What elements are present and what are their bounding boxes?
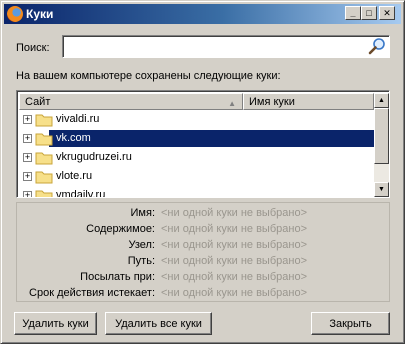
detail-label: Посылать при:	[80, 271, 155, 283]
detail-label: Имя:	[130, 207, 155, 219]
site-label: vk.com	[56, 132, 91, 144]
window-title: Куки	[26, 7, 54, 21]
tree-row[interactable]: + vivaldi.ru	[19, 110, 374, 129]
expand-icon[interactable]: +	[23, 191, 32, 197]
detail-row-expires: Срок действия истекает: <ни одной куки н…	[17, 287, 389, 303]
detail-label: Узел:	[128, 239, 155, 251]
detail-row-name: Имя: <ни одной куки не выбрано>	[17, 207, 389, 223]
scroll-up-button[interactable]: ▲	[374, 93, 389, 108]
remove-all-cookies-button[interactable]: Удалить все куки	[105, 312, 212, 335]
site-label: vivaldi.ru	[56, 113, 100, 125]
tree-header: Сайт ▲ Имя куки	[19, 93, 374, 110]
detail-row-host: Узел: <ни одной куки не выбрано>	[17, 239, 389, 255]
folder-icon	[35, 150, 53, 165]
close-button[interactable]: Закрыть	[311, 312, 390, 335]
column-header-site[interactable]: Сайт ▲	[19, 93, 243, 110]
folder-icon	[35, 169, 53, 184]
tree-row[interactable]: + vmdaily.ru	[19, 186, 374, 198]
cookie-details-panel: Имя: <ни одной куки не выбрано> Содержим…	[16, 202, 390, 302]
detail-label: Срок действия истекает:	[29, 287, 155, 299]
sort-ascending-icon: ▲	[228, 99, 236, 108]
minimize-button[interactable]: _	[345, 6, 361, 20]
detail-label: Путь:	[127, 255, 155, 267]
detail-value: <ни одной куки не выбрано>	[161, 239, 307, 251]
tree-row[interactable]: + vkrugudruzei.ru	[19, 148, 374, 167]
detail-value: <ни одной куки не выбрано>	[161, 223, 307, 235]
search-input[interactable]	[62, 35, 390, 58]
detail-value: <ни одной куки не выбрано>	[161, 287, 307, 299]
column-header-cookie-name[interactable]: Имя куки	[243, 93, 374, 110]
folder-icon	[35, 112, 53, 127]
close-window-button[interactable]: ✕	[379, 6, 395, 20]
vertical-scrollbar[interactable]: ▲ ▼	[374, 93, 389, 197]
expand-icon[interactable]: +	[23, 153, 32, 162]
detail-value: <ни одной куки не выбрано>	[161, 255, 307, 267]
detail-row-send-for: Посылать при: <ни одной куки не выбрано>	[17, 271, 389, 287]
expand-icon[interactable]: +	[23, 172, 32, 181]
column-site-label: Сайт	[25, 96, 51, 108]
tree-rows: + vivaldi.ru + vk.com + vkrugudruzei.ru …	[19, 110, 374, 198]
scroll-down-button[interactable]: ▼	[374, 182, 389, 197]
site-label: vlote.ru	[56, 170, 93, 182]
detail-value: <ни одной куки не выбрано>	[161, 271, 307, 283]
expand-icon[interactable]: +	[23, 134, 32, 143]
expand-icon[interactable]: +	[23, 115, 32, 124]
tree-row[interactable]: + vlote.ru	[19, 167, 374, 186]
detail-value: <ни одной куки не выбрано>	[161, 207, 307, 219]
maximize-button[interactable]: □	[361, 6, 377, 20]
magnifier-icon[interactable]	[367, 37, 387, 55]
detail-label: Содержимое:	[86, 223, 155, 235]
cookies-info-label: На вашем компьютере сохранены следующие …	[16, 70, 281, 82]
site-label: vmdaily.ru	[56, 189, 106, 198]
title-bar[interactable]: Куки _ □ ✕	[4, 4, 401, 24]
remove-cookie-button[interactable]: Удалить куки	[14, 312, 97, 335]
search-label: Поиск:	[16, 42, 50, 54]
detail-row-content: Содержимое: <ни одной куки не выбрано>	[17, 223, 389, 239]
cookies-dialog: Куки _ □ ✕ Поиск: На вашем компьютере со…	[0, 0, 405, 344]
firefox-icon	[7, 6, 23, 22]
site-label: vkrugudruzei.ru	[56, 151, 132, 163]
cookie-tree[interactable]: Сайт ▲ Имя куки + vivaldi.ru + vk.com + …	[16, 90, 390, 198]
scroll-thumb[interactable]	[374, 108, 389, 164]
folder-icon	[35, 188, 53, 197]
column-cookie-name-label: Имя куки	[249, 96, 295, 108]
detail-row-path: Путь: <ни одной куки не выбрано>	[17, 255, 389, 271]
folder-icon	[35, 131, 53, 146]
selection-highlight	[49, 130, 374, 147]
tree-row-selected[interactable]: + vk.com	[19, 129, 374, 148]
